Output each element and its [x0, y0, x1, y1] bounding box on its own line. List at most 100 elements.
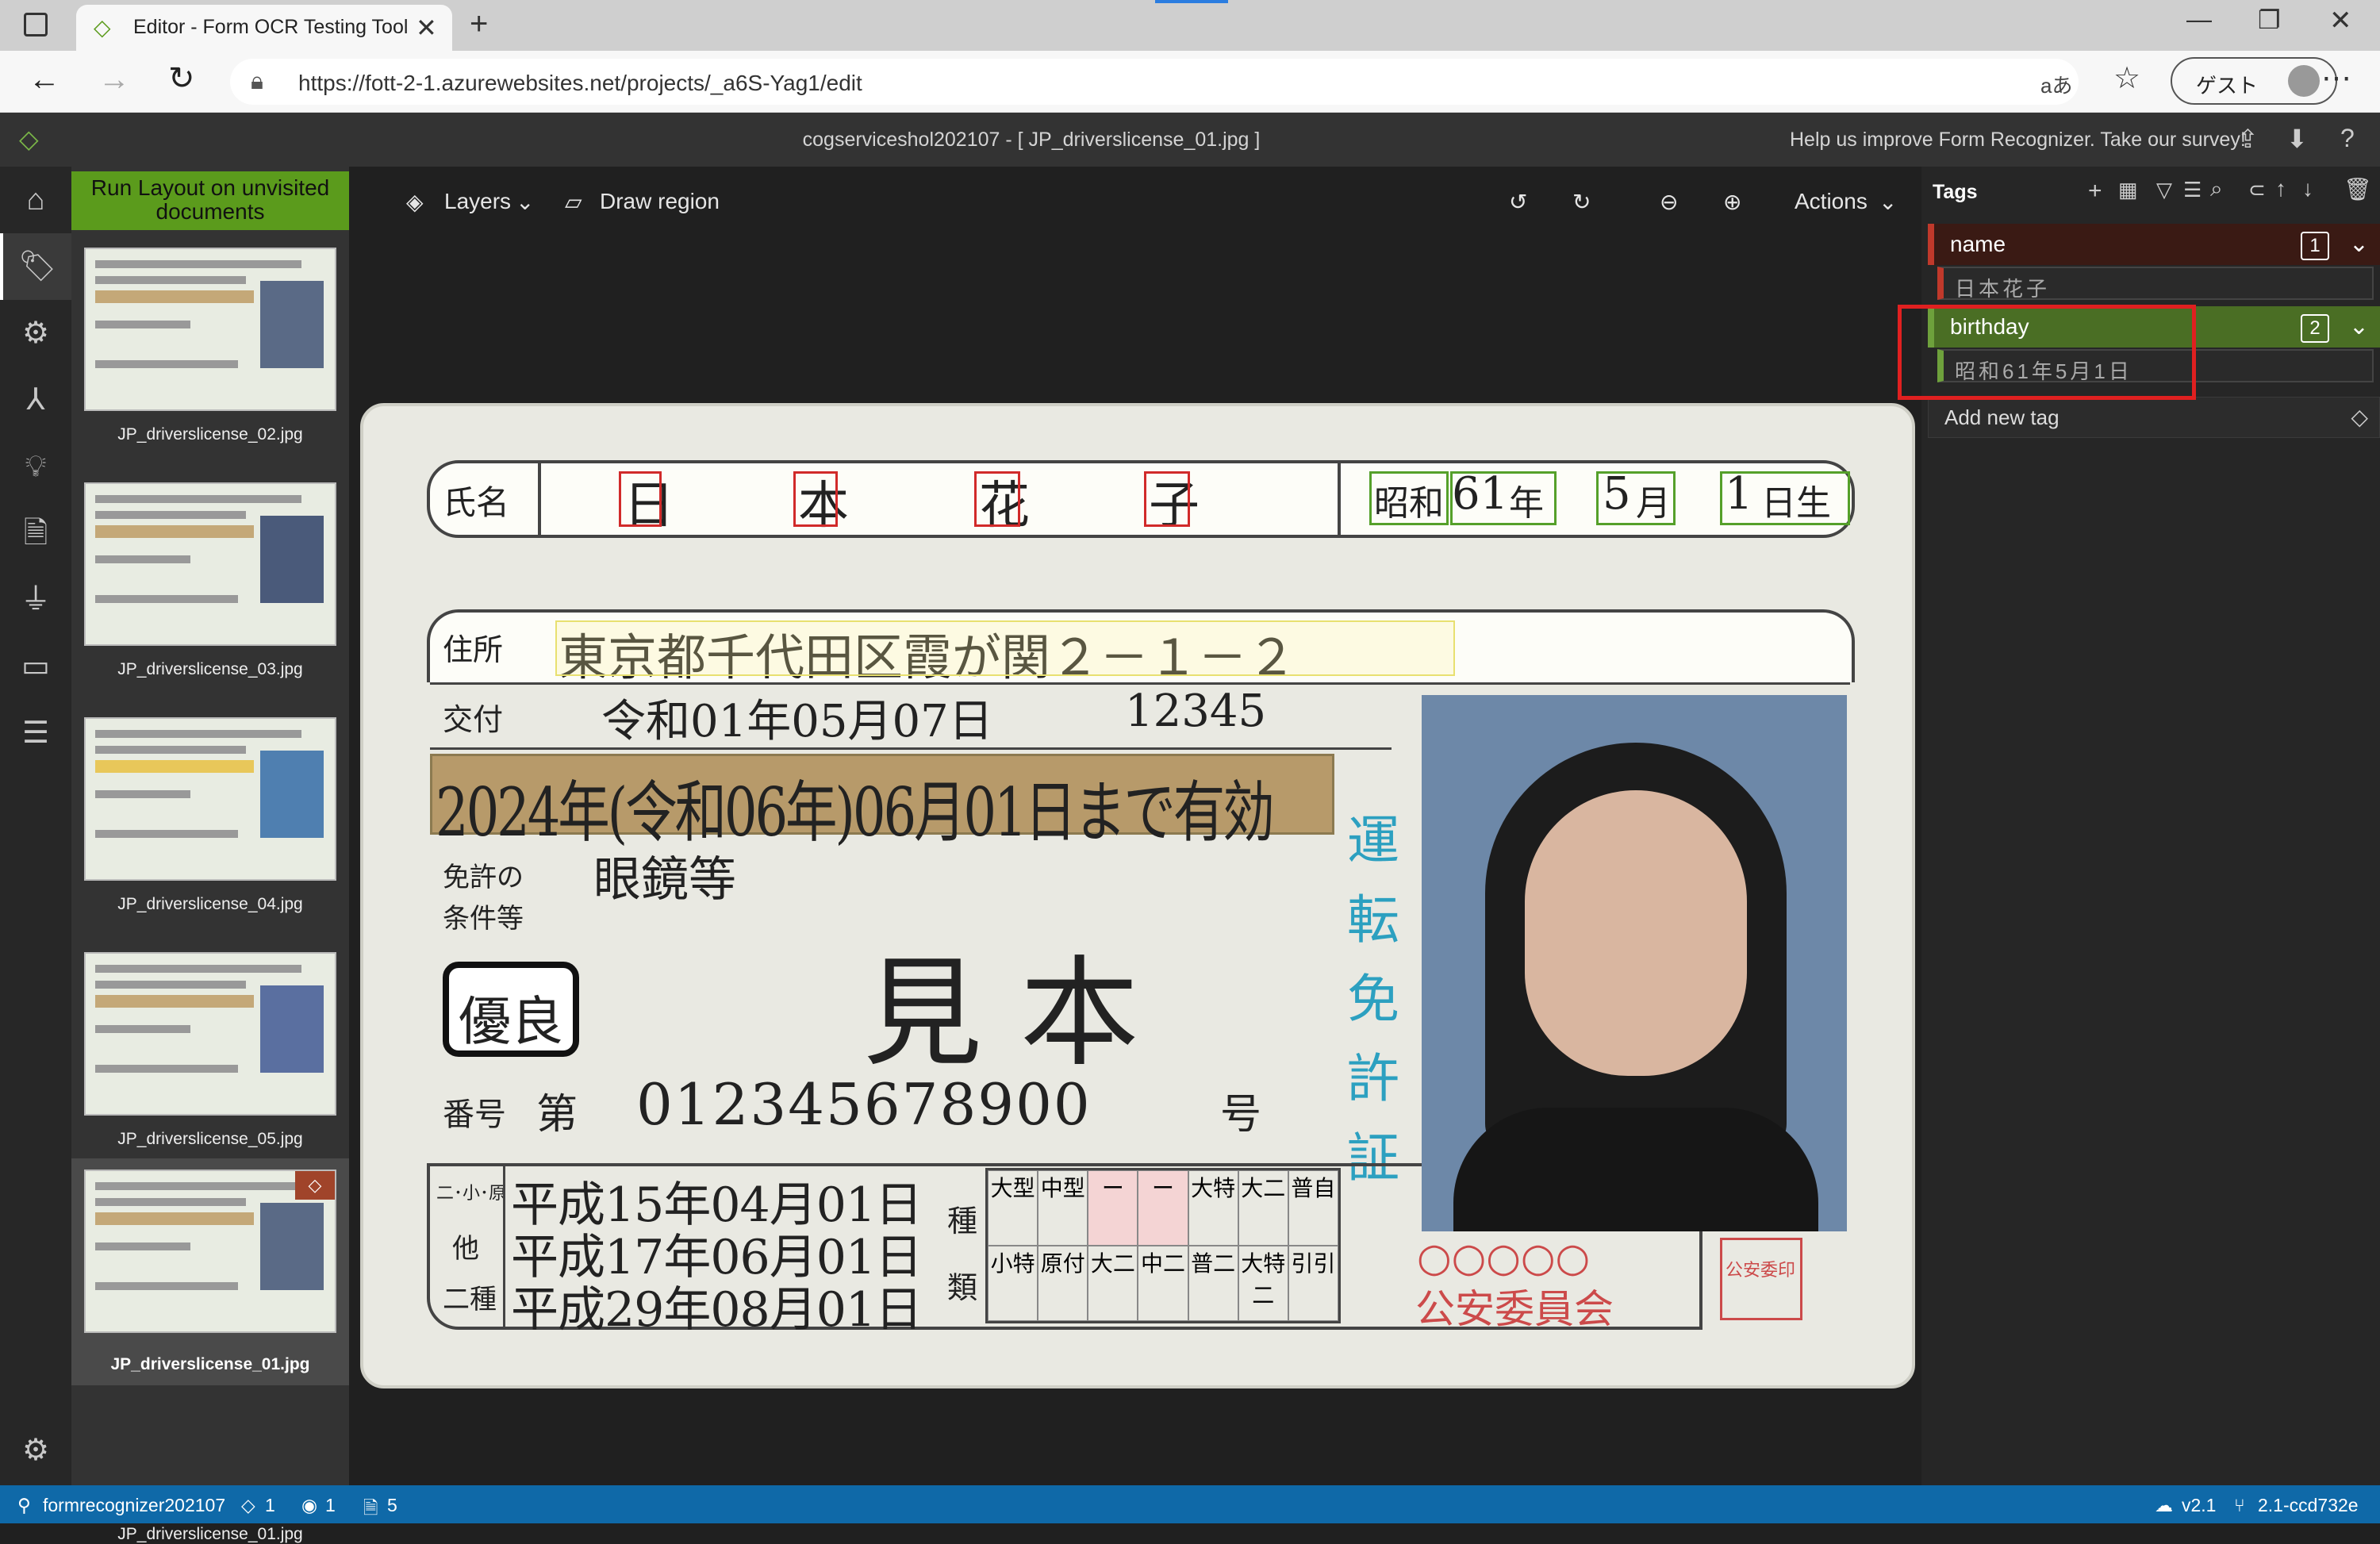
commission-circles: ○○○○○	[1417, 1235, 1591, 1281]
actions-button[interactable]: Actions	[1795, 189, 1868, 214]
issue-date: 令和01年05月07日	[601, 696, 993, 747]
back-icon[interactable]: ←	[29, 62, 60, 98]
help-icon[interactable]: ?	[2340, 124, 2355, 153]
address-bar-row: ← → ↻ 🔒︎ https://fott-2-1.azurewebsites.…	[0, 51, 2380, 113]
reload-icon[interactable]: ↻	[168, 60, 195, 97]
thumbnail-caption: JP_driverslicense_03.jpg	[117, 660, 303, 678]
grid-cell: 大二	[1088, 1246, 1138, 1321]
thumbnail-item[interactable]: JP_driverslicense_02.jpg	[71, 240, 349, 470]
lightbulb-icon[interactable]: 💡︎	[0, 433, 71, 500]
official-seal: 公安委印	[1720, 1238, 1802, 1320]
grid-cell: 引引	[1288, 1246, 1338, 1321]
browser-tab[interactable]: ◇ Editor - Form OCR Testing Tool ✕	[76, 5, 452, 51]
thumbnail-item[interactable]: JP_driverslicense_03.jpg	[71, 474, 349, 705]
birthday-region[interactable]	[1369, 471, 1449, 525]
project-icon: ⚲	[17, 1495, 31, 1515]
rename-icon[interactable]: ⊂	[2248, 178, 2266, 202]
search-icon[interactable]: ⌕	[2210, 176, 2223, 202]
table-icon[interactable]: ▦	[2118, 178, 2138, 202]
url-field[interactable]: 🔒︎ https://fott-2-1.azurewebsites.net/pr…	[230, 59, 2079, 105]
tag-hotkey: 2	[2301, 314, 2329, 343]
address-word-region[interactable]	[555, 620, 1455, 676]
id-card-icon[interactable]: ▭	[0, 633, 71, 700]
draw-region-button[interactable]: Draw region	[600, 189, 720, 214]
plug-icon[interactable]: ⏚	[0, 567, 71, 633]
survey-link[interactable]: Help us improve Form Recognizer. Take ou…	[1790, 129, 2246, 152]
read-aloud-icon[interactable]: aあ	[2040, 70, 2072, 99]
thumbnail-item[interactable]: JP_driverslicense_05.jpg	[71, 944, 349, 1174]
chevron-down-icon[interactable]: ⌄	[1879, 189, 1897, 215]
document-canvas[interactable]: 氏名 日 本 花 子 昭和 61 年 5 月 1 日生 住所 東京都千代田区霞が…	[357, 238, 1915, 1485]
profile-button[interactable]: ゲスト	[2171, 57, 2337, 105]
tag-icon[interactable]: 🏷︎	[0, 233, 71, 300]
tag-hotkey: 1	[2301, 232, 2329, 260]
status-bar: ⚲ formrecognizer202107 ◇ 1 ◉ 1 🗎 5 ☁ v2.…	[0, 1485, 2380, 1523]
grid-label: 種	[947, 1204, 978, 1239]
filter-icon[interactable]: ▽	[2156, 178, 2172, 202]
favorites-icon[interactable]: ☆	[2113, 60, 2140, 96]
thumbnail-item[interactable]: JP_driverslicense_04.jpg	[71, 709, 349, 939]
birthday-region[interactable]	[1596, 471, 1676, 525]
visited-icon: ◉	[301, 1495, 318, 1515]
birthday-region[interactable]	[1450, 471, 1557, 525]
thumbnail-item-active[interactable]: ◇ JP_driverslicense_01.jpg	[71, 1158, 349, 1543]
add-tag-icon[interactable]: +	[2088, 178, 2102, 205]
zoom-in-icon[interactable]: ⊕	[1723, 189, 1741, 215]
name-region[interactable]	[1144, 471, 1190, 527]
version: v2.1	[2182, 1495, 2217, 1515]
tag-icon: ◇	[2351, 405, 2368, 429]
name-region[interactable]	[974, 471, 1020, 527]
tab-actions-icon[interactable]	[24, 13, 48, 36]
share-icon[interactable]: ⇪	[2237, 124, 2259, 154]
list-icon[interactable]: ☰	[2183, 178, 2202, 202]
delete-icon[interactable]: 🗑︎	[2344, 176, 2372, 202]
tag-name: name	[1950, 232, 2006, 256]
minimize-icon[interactable]: —	[2186, 5, 2212, 34]
window-drag-indicator	[1155, 0, 1228, 3]
app-header: ◇ cogserviceshol202107 - [ JP_driverslic…	[0, 113, 2380, 167]
grid-label: 類	[947, 1270, 978, 1305]
zoom-out-icon[interactable]: ⊖	[1660, 189, 1678, 215]
close-tab-icon[interactable]: ✕	[416, 13, 437, 43]
move-up-icon[interactable]: ↑	[2275, 176, 2286, 202]
chevron-down-icon[interactable]: ⌄	[2349, 313, 2369, 340]
address-label: 住所	[443, 632, 504, 667]
thumbnail-image	[84, 952, 336, 1116]
document-settings-icon[interactable]: 🗎	[0, 500, 71, 567]
conditions-label: 免許の	[443, 862, 524, 893]
name-region[interactable]	[793, 471, 838, 527]
forward-icon[interactable]: →	[98, 62, 130, 98]
download-icon[interactable]: ⬇︎	[2286, 124, 2308, 154]
birthday-region[interactable]	[1720, 471, 1850, 525]
robot-icon[interactable]: ⚙︎	[0, 300, 71, 367]
move-down-icon[interactable]: ↓	[2302, 176, 2313, 202]
settings-icon[interactable]: ⚙	[0, 1417, 71, 1484]
home-icon[interactable]: ⌂	[0, 167, 71, 233]
new-tab-icon[interactable]: +	[470, 6, 488, 42]
more-icon[interactable]: ⋯	[2321, 60, 2351, 96]
restore-icon[interactable]: ❐	[2258, 5, 2281, 35]
rotate-left-icon[interactable]: ↺	[1509, 189, 1527, 215]
layers-button[interactable]: Layers	[444, 189, 511, 214]
chevron-down-icon[interactable]: ⌄	[516, 189, 534, 215]
conditions-value: 眼鏡等	[593, 852, 736, 908]
lock-icon[interactable]: 🔒︎	[251, 68, 263, 95]
add-new-tag[interactable]: Add new tag ◇	[1928, 397, 2380, 438]
vertical-char: 許	[1347, 1048, 1399, 1109]
number-prefix: 第	[536, 1091, 578, 1139]
document-list-icon[interactable]: ☰	[0, 700, 71, 766]
class-grid: 大型 中型 ー ー 大特 大二 普自 小特 原付 大二 中二 普二 大特二 引引	[985, 1168, 1341, 1323]
license-image[interactable]: 氏名 日 本 花 子 昭和 61 年 5 月 1 日生 住所 東京都千代田区霞が…	[360, 403, 1915, 1388]
close-window-icon[interactable]: ✕	[2329, 5, 2352, 36]
grid-cell: 大特二	[1238, 1246, 1288, 1321]
rotate-right-icon[interactable]: ↻	[1572, 189, 1591, 215]
page-title: cogserviceshol202107 - [ JP_driverslicen…	[802, 129, 1261, 151]
vertical-char: 運	[1347, 810, 1399, 871]
thumbnail-active-caption: JP_driverslicense_01.jpg	[110, 1355, 310, 1373]
name-region[interactable]	[619, 471, 662, 527]
chevron-down-icon[interactable]: ⌄	[2349, 230, 2369, 258]
tag-item-name[interactable]: name 1 ⌄	[1928, 224, 2380, 265]
run-layout-button[interactable]: Run Layout on unvisited documents	[71, 171, 349, 230]
merge-icon[interactable]: ⅄	[0, 367, 71, 433]
excellent-text: 優良	[459, 991, 563, 1052]
